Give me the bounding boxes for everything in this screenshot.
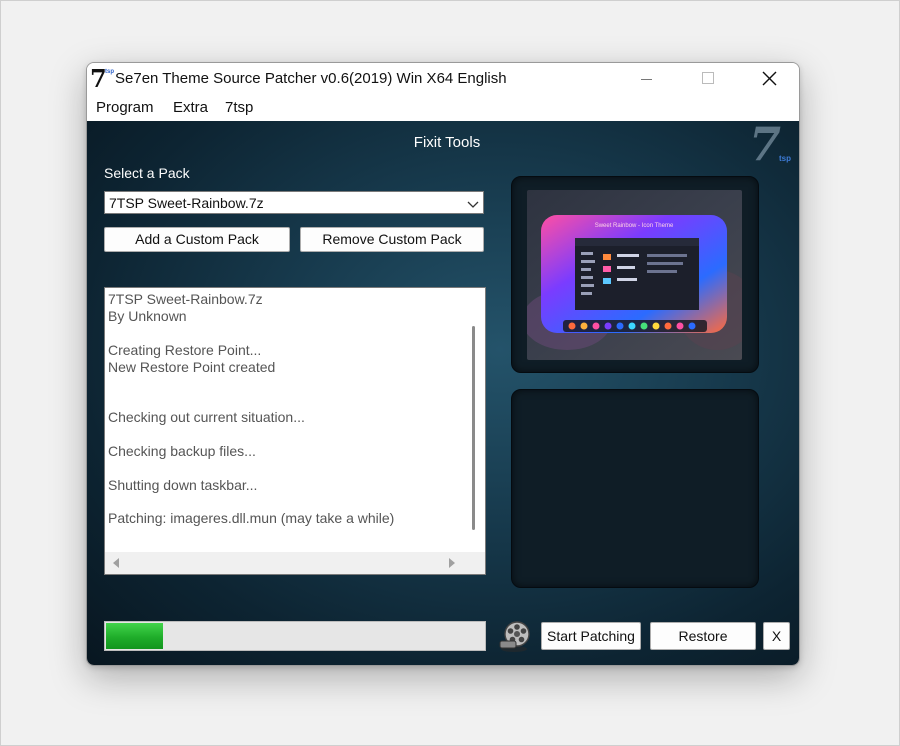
exit-button[interactable]: X [763,622,790,650]
patch-log[interactable]: 7TSP Sweet-Rainbow.7z By Unknown Creatin… [104,287,486,575]
close-icon[interactable] [746,63,792,95]
log-line: New Restore Point created [108,359,276,375]
main-panel: 7 tsp Fixit Tools Select a Pack 7TSP Swe… [87,117,799,665]
app-logo: 7 tsp [90,64,116,93]
log-line: Checking backup files... [108,443,256,459]
app-logo-tsp: tsp [105,69,114,75]
log-line: 7TSP Sweet-Rainbow.7z [108,291,263,307]
log-vertical-scrollbar[interactable] [463,288,485,552]
theme-preview-image: Sweet Rainbow - Icon Theme [527,190,742,360]
remove-custom-pack-button[interactable]: Remove Custom Pack [300,227,484,252]
scroll-left-arrow-icon[interactable] [113,558,119,568]
log-line: Checking out current situation... [108,409,305,425]
log-horizontal-scrollbar[interactable] [105,552,485,574]
film-reel-icon[interactable] [497,619,531,653]
secondary-preview-frame [511,389,759,588]
menu-7tsp[interactable]: 7tsp [225,99,253,116]
patch-progress-bar [104,621,486,651]
theme-preview-frame: Sweet Rainbow - Icon Theme [511,176,759,373]
app-window: 7 tsp Se7en Theme Source Patcher v0.6(20… [86,62,800,666]
menu-extra[interactable]: Extra [173,99,208,116]
log-line: By Unknown [108,308,187,324]
start-patching-button[interactable]: Start Patching [541,622,641,650]
select-pack-label: Select a Pack [104,165,190,181]
restore-button[interactable]: Restore [650,622,756,650]
menu-bar: Program Extra 7tsp [87,95,799,121]
log-line: Creating Restore Point... [108,342,262,358]
minimize-icon[interactable] [624,63,670,95]
log-line: Patching: imageres.dll.mun (may take a w… [108,510,395,526]
window-title: Se7en Theme Source Patcher v0.6(2019) Wi… [115,70,507,87]
pack-dropdown-value: 7TSP Sweet-Rainbow.7z [109,195,264,211]
pack-dropdown[interactable]: 7TSP Sweet-Rainbow.7z [104,191,484,214]
log-line: Shutting down taskbar... [108,477,258,493]
add-custom-pack-button[interactable]: Add a Custom Pack [104,227,290,252]
scroll-right-arrow-icon[interactable] [449,558,455,568]
fixit-tools-heading: Fixit Tools [413,134,481,151]
menu-program[interactable]: Program [96,99,154,116]
log-scroll-thumb[interactable] [472,326,475,530]
preview-caption: Sweet Rainbow - Icon Theme [595,223,674,229]
title-bar[interactable]: 7 tsp Se7en Theme Source Patcher v0.6(20… [87,63,799,95]
maximize-icon[interactable] [685,63,731,95]
progress-fill [106,623,163,649]
corner-logo-tsp: tsp [779,154,791,163]
chevron-down-icon[interactable] [467,197,479,215]
